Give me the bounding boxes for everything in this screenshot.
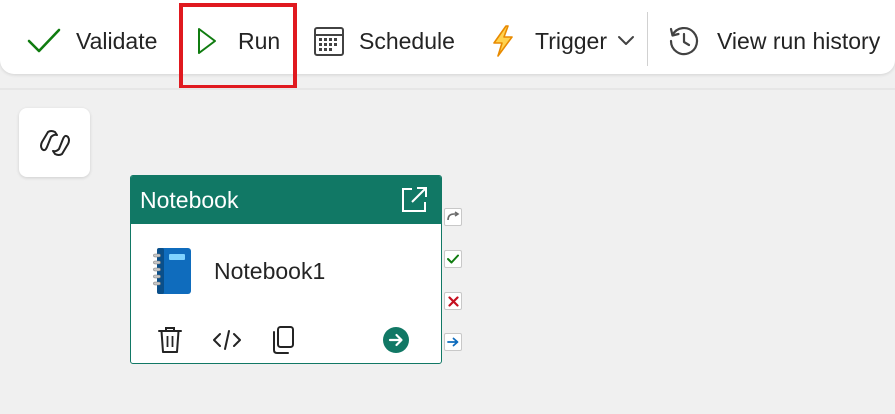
activity-header: Notebook (131, 176, 441, 224)
delete-button[interactable] (158, 326, 182, 354)
copy-icon (273, 326, 294, 354)
view-run-history-button[interactable]: View run history (667, 10, 880, 72)
canvas-separator (0, 88, 895, 90)
on-completion-port[interactable] (444, 333, 462, 351)
notebook-icon (153, 248, 191, 294)
schedule-button[interactable]: Schedule (313, 10, 455, 72)
copilot-icon (39, 129, 70, 156)
pipeline-toolbar: Validate Run Schedule Trigger View run h… (0, 0, 895, 74)
toolbar-divider (647, 12, 648, 66)
skip-icon (447, 211, 460, 221)
completion-arrow-icon (447, 337, 459, 347)
on-success-port[interactable] (444, 250, 462, 268)
chevron-down-icon (618, 36, 634, 45)
fail-x-icon (447, 295, 459, 307)
activity-actions (131, 318, 441, 362)
schedule-label: Schedule (359, 27, 455, 54)
trigger-dropdown[interactable]: Trigger (490, 10, 635, 72)
run-label: Run (238, 27, 281, 54)
copy-button[interactable] (271, 326, 295, 354)
run-button[interactable]: Run (196, 10, 280, 72)
trigger-label: Trigger (535, 27, 607, 54)
validate-label: Validate (76, 27, 158, 54)
trash-icon (158, 327, 182, 353)
success-check-icon (447, 254, 459, 264)
validate-button[interactable]: Validate (26, 10, 157, 72)
copilot-button[interactable] (19, 108, 90, 177)
history-icon (669, 26, 699, 56)
lightning-icon (493, 25, 513, 57)
on-fail-port[interactable] (444, 292, 462, 310)
open-external-icon[interactable] (399, 185, 429, 215)
calendar-icon (314, 27, 344, 56)
activity-body: Notebook1 (131, 224, 441, 318)
arrow-right-circle-icon (383, 327, 409, 353)
notebook-activity-card[interactable]: Notebook Notebook1 (130, 175, 442, 364)
on-skip-port[interactable] (444, 208, 462, 226)
history-label: View run history (717, 27, 881, 54)
view-code-button[interactable] (213, 328, 241, 352)
code-icon (213, 330, 241, 350)
check-icon (27, 28, 61, 53)
notebook-name: Notebook1 (214, 257, 326, 284)
play-icon (198, 28, 216, 54)
activity-type-label: Notebook (140, 186, 239, 213)
next-activity-button[interactable] (382, 326, 410, 354)
